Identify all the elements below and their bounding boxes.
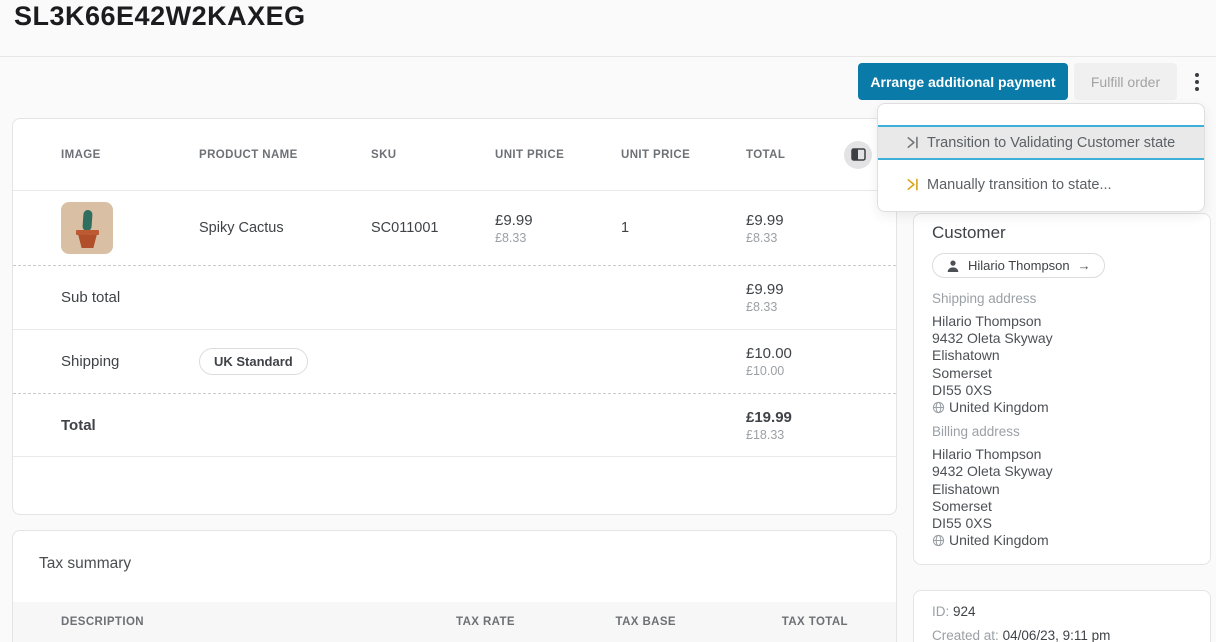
column-header-tax-base: Tax base bbox=[515, 616, 676, 628]
total-amount: £19.99 £18.33 bbox=[746, 409, 828, 442]
line-total: £9.99 £8.33 bbox=[746, 212, 828, 245]
column-header-unit-price-2: Unit price bbox=[621, 149, 746, 161]
customer-section-title: Customer bbox=[932, 222, 1192, 244]
page-title: SL3K66E42W2KAXEG bbox=[14, 1, 306, 32]
subtotal-amount: £9.99 £8.33 bbox=[746, 281, 828, 314]
order-line-items-card: Image Product name SKU Unit price Unit p… bbox=[12, 118, 897, 515]
product-name: Spiky Cactus bbox=[199, 220, 371, 236]
order-meta-card: ID: 924 Created at: 04/06/23, 9:11 pm bbox=[913, 590, 1211, 642]
subtotal-row: Sub total £9.99 £8.33 bbox=[13, 266, 896, 330]
arrange-additional-payment-button[interactable]: Arrange additional payment bbox=[858, 63, 1068, 100]
column-header-unit-price: Unit price bbox=[495, 149, 621, 161]
tax-summary-card: Tax summary Description Tax rate Tax bas… bbox=[12, 530, 897, 642]
menu-item-label: Manually transition to state... bbox=[927, 177, 1112, 193]
column-header-description: Description bbox=[61, 616, 385, 628]
product-image bbox=[61, 202, 113, 254]
fulfill-order-button[interactable]: Fulfill order bbox=[1074, 63, 1177, 100]
header-divider bbox=[0, 56, 1216, 57]
order-id: ID: 924 bbox=[932, 604, 1192, 619]
tax-summary-header-row: Description Tax rate Tax base Tax total bbox=[13, 602, 896, 642]
column-header-tax-rate: Tax rate bbox=[385, 616, 515, 628]
column-header-image: Image bbox=[61, 149, 199, 161]
globe-icon bbox=[932, 401, 945, 414]
total-row: Total £19.99 £18.33 bbox=[13, 394, 896, 457]
state-transition-menu: Transition to Validating Customer state … bbox=[877, 103, 1205, 212]
globe-icon bbox=[932, 534, 945, 547]
unit-price: £9.99 £8.33 bbox=[495, 212, 621, 245]
column-header-product-name: Product name bbox=[199, 149, 371, 161]
billing-address-label: Billing address bbox=[932, 423, 1192, 441]
menu-item-label: Transition to Validating Customer state bbox=[927, 135, 1175, 151]
toggle-columns-button[interactable] bbox=[844, 141, 872, 169]
line-items-header-row: Image Product name SKU Unit price Unit p… bbox=[13, 119, 896, 191]
menu-item-transition-validating-customer[interactable]: Transition to Validating Customer state bbox=[878, 125, 1204, 160]
transition-to-state-icon bbox=[905, 177, 920, 192]
shipping-label: Shipping bbox=[61, 353, 199, 370]
transition-to-state-icon bbox=[905, 135, 920, 150]
more-actions-button[interactable] bbox=[1185, 63, 1209, 100]
shipping-method-badge: UK Standard bbox=[199, 348, 308, 375]
column-header-total: Total bbox=[746, 149, 828, 161]
total-label: Total bbox=[61, 417, 371, 434]
shipping-amount: £10.00 £10.00 bbox=[746, 345, 828, 378]
shipping-address-label: Shipping address bbox=[932, 290, 1192, 308]
arrow-right-icon: → bbox=[1078, 258, 1091, 273]
line-item-row: Spiky Cactus SC011001 £9.99 £8.33 1 £9.9… bbox=[13, 191, 896, 266]
customer-card: Customer Hilario Thompson → Shipping add… bbox=[913, 213, 1211, 565]
shipping-row: Shipping UK Standard £10.00 £10.00 bbox=[13, 330, 896, 394]
subtotal-label: Sub total bbox=[61, 289, 371, 306]
column-header-sku: SKU bbox=[371, 149, 495, 161]
order-detail-page: SL3K66E42W2KAXEG Arrange additional paym… bbox=[0, 0, 1216, 642]
tax-summary-title: Tax summary bbox=[13, 531, 896, 573]
kebab-icon bbox=[1195, 73, 1199, 77]
menu-item-manually-transition[interactable]: Manually transition to state... bbox=[878, 166, 1204, 203]
columns-icon bbox=[851, 148, 866, 161]
column-header-tax-total: Tax total bbox=[676, 616, 848, 628]
product-sku: SC011001 bbox=[371, 220, 495, 236]
order-created-at: Created at: 04/06/23, 9:11 pm bbox=[932, 628, 1192, 642]
quantity: 1 bbox=[621, 220, 746, 236]
person-icon bbox=[946, 259, 960, 273]
shipping-address: Hilario Thompson 9432 Oleta Skyway Elish… bbox=[932, 313, 1192, 416]
customer-name: Hilario Thompson bbox=[968, 258, 1070, 273]
customer-link[interactable]: Hilario Thompson → bbox=[932, 253, 1105, 278]
billing-address: Hilario Thompson 9432 Oleta Skyway Elish… bbox=[932, 446, 1192, 549]
